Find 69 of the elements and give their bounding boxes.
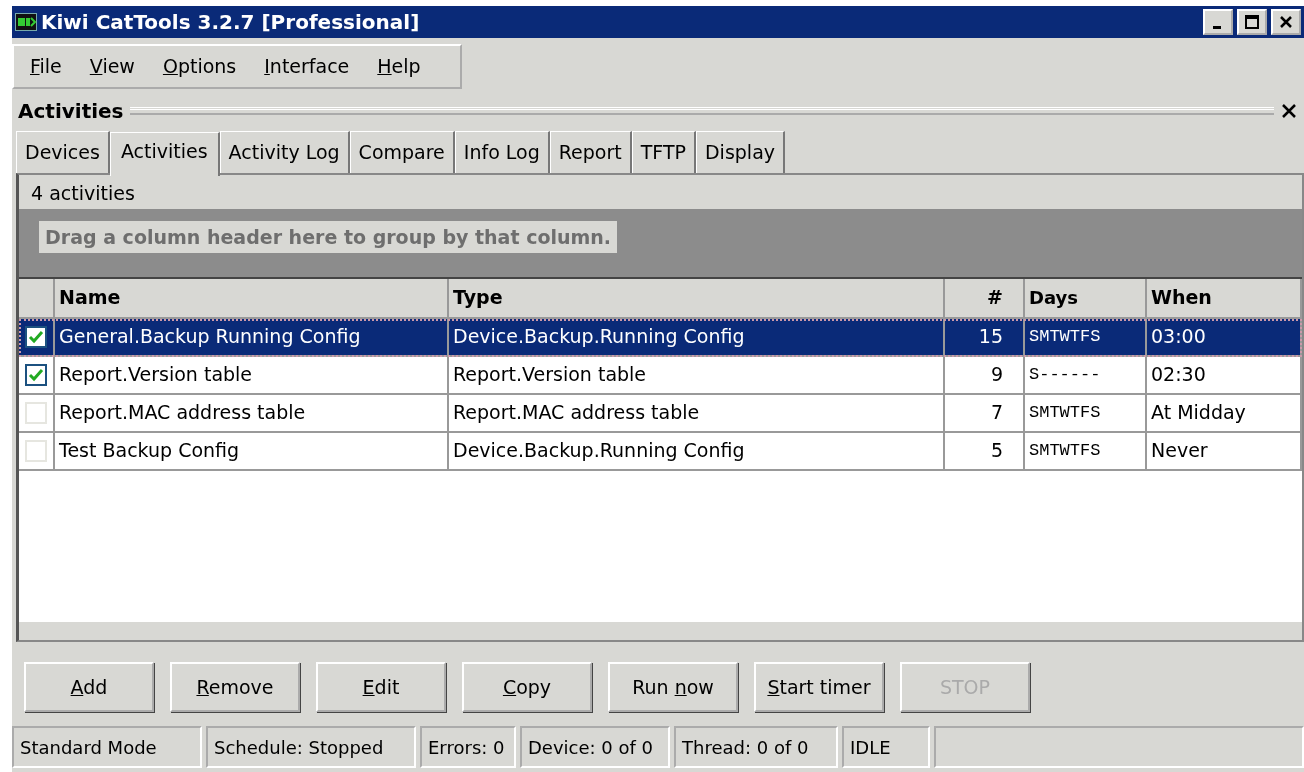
checkbox[interactable] — [25, 363, 47, 386]
tab[interactable]: Activities — [109, 132, 220, 176]
app-icon — [15, 13, 37, 31]
tab[interactable]: Compare — [349, 131, 455, 173]
table-cell-text: Device.Backup.Running Config — [453, 324, 745, 350]
table-row[interactable]: Report.MAC address table Report.MAC address table 7 SMTWTFS At Midday — [19, 394, 1302, 433]
menu-item[interactable]: File — [18, 52, 74, 81]
table-cell-text: 15 — [978, 324, 1003, 350]
minimize-button[interactable] — [1203, 9, 1233, 35]
action-button[interactable]: Copy — [462, 662, 592, 712]
maximize-icon — [1245, 15, 1259, 29]
table-cell-text: Device.Backup.Running Config — [453, 438, 745, 464]
action-button[interactable]: Add — [24, 662, 154, 712]
column-header[interactable]: Name — [55, 278, 449, 317]
column-header[interactable]: Type — [449, 278, 945, 317]
tab[interactable]: TFTP — [631, 131, 696, 173]
close-icon — [1279, 15, 1293, 29]
status-panel: IDLE — [842, 726, 930, 768]
status-panel: Device: 0 of 0 — [520, 726, 670, 768]
column-header[interactable]: # — [945, 278, 1025, 317]
window-title: Kiwi CatTools 3.2.7 [Professional] — [41, 9, 421, 36]
pane-title: Activities — [18, 97, 124, 125]
maximize-button[interactable] — [1237, 9, 1267, 35]
close-icon[interactable] — [1280, 101, 1298, 120]
table-cell-text: Report.MAC address table — [59, 400, 306, 426]
action-button[interactable]: Remove — [170, 662, 300, 712]
status-panel: Thread: 0 of 0 — [674, 726, 838, 768]
status-panel: Errors: 0 — [420, 726, 516, 768]
table-cell-text: Report.Version table — [453, 362, 647, 388]
table-cell-text: 02:30 — [1151, 362, 1206, 388]
status-panel: Schedule: Stopped — [206, 726, 416, 768]
table-cell-text: Report.MAC address table — [453, 400, 700, 426]
table-cell-text: 5 — [990, 438, 1003, 464]
close-button[interactable] — [1271, 9, 1301, 35]
action-button[interactable]: Start timer — [754, 662, 884, 712]
table-cell-text: SMTWTFS — [1029, 401, 1101, 424]
status-panel: Standard Mode — [12, 726, 202, 768]
activity-count: 4 activities — [30, 180, 136, 206]
table-cell-text: 9 — [990, 362, 1003, 388]
grip-bar[interactable] — [129, 106, 1274, 115]
tab[interactable]: Info Log — [454, 131, 550, 173]
action-button[interactable]: Edit — [316, 662, 446, 712]
table-cell-text: Never — [1151, 438, 1208, 464]
table-row[interactable]: General.Backup Running Config Device.Backup.Running Config 15 SMTWTFS 03:00 — [19, 318, 1302, 357]
table-row[interactable]: Report.Version table Report.Version table 9 S------ 02:30 — [19, 356, 1302, 395]
table-cell-text: At Midday — [1151, 400, 1246, 426]
minimize-icon — [1213, 26, 1221, 29]
menu-item[interactable]: Help — [365, 52, 433, 81]
menu-item[interactable]: View — [77, 52, 147, 81]
tab[interactable]: Activity Log — [219, 131, 350, 173]
table-row[interactable]: Test Backup Config Device.Backup.Running Config 5 SMTWTFS Never — [19, 432, 1302, 471]
group-hint: Drag a column header here to group by that column. — [39, 220, 618, 253]
column-header[interactable]: When — [1147, 278, 1302, 317]
tab[interactable]: Display — [696, 131, 786, 173]
action-button[interactable]: Run now — [608, 662, 738, 712]
tab[interactable]: Devices — [16, 131, 110, 173]
table-cell-text: Test Backup Config — [59, 438, 240, 464]
table-cell-text: SMTWTFS — [1029, 439, 1101, 462]
table-cell-text: Report.Version table — [59, 362, 253, 388]
checkbox[interactable] — [25, 325, 47, 348]
tab[interactable]: Report — [549, 131, 632, 173]
table-cell-text: 7 — [990, 400, 1003, 426]
table-cell-text: General.Backup Running Config — [59, 324, 361, 350]
table-cell-text: SMTWTFS — [1029, 325, 1101, 348]
column-header[interactable]: Days — [1025, 278, 1147, 317]
menu-item[interactable]: Options — [150, 52, 249, 81]
table-cell-text: 03:00 — [1151, 324, 1206, 350]
menu-item[interactable]: Interface — [252, 52, 362, 81]
table-cell-text: S------ — [1029, 363, 1101, 386]
